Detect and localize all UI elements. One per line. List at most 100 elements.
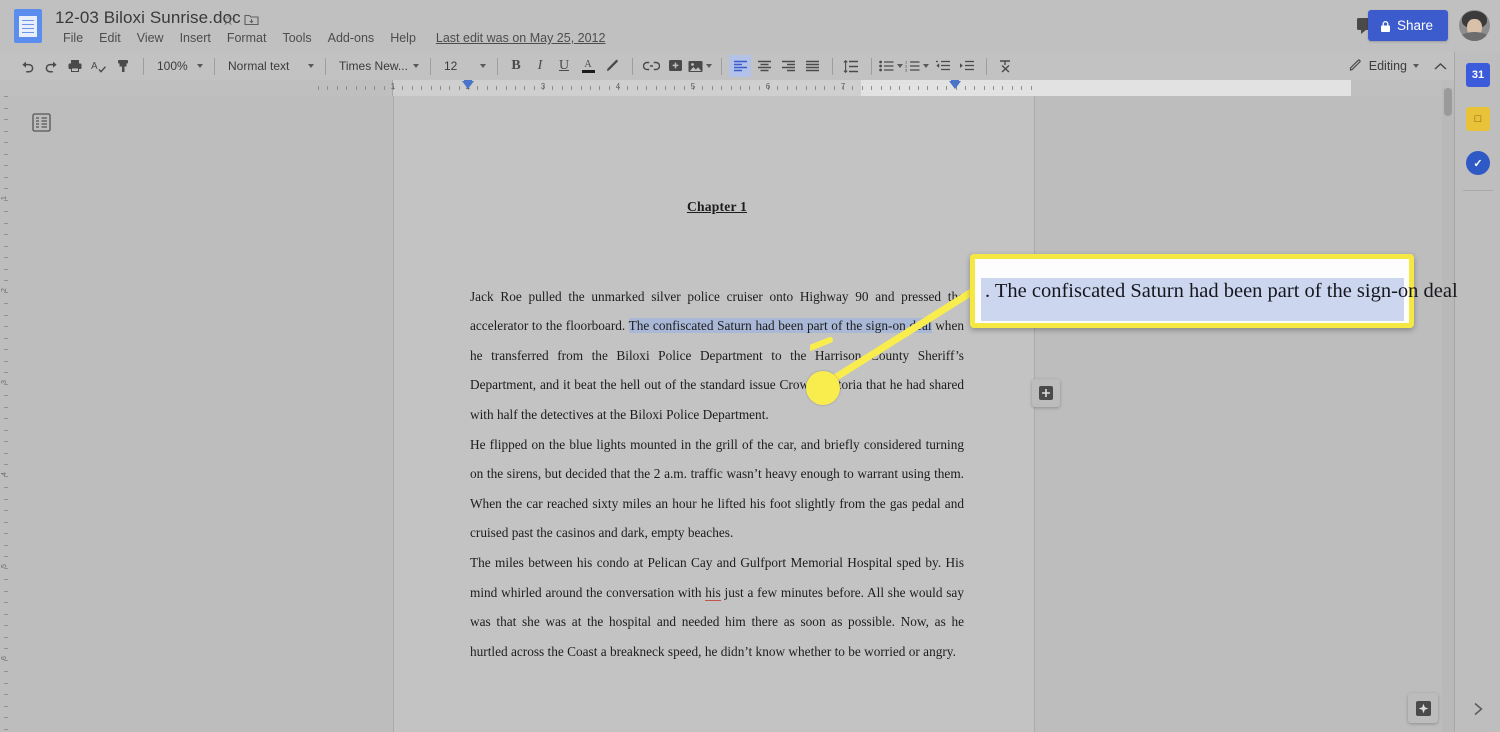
vertical-ruler-tick — [4, 176, 8, 178]
ruler-tick — [514, 86, 516, 90]
move-to-folder-icon[interactable] — [244, 13, 260, 29]
ruler-tick — [318, 86, 319, 90]
ruler-tick — [411, 86, 413, 90]
vertical-ruler-tick — [4, 441, 8, 442]
ruler-tick — [1002, 86, 1004, 90]
decrease-indent-icon[interactable] — [931, 55, 953, 77]
paragraph-style-select[interactable]: Normal text — [222, 55, 318, 77]
document-title[interactable]: 12-03 Biloxi Sunrise.doc — [55, 8, 241, 28]
editing-mode-button[interactable]: Editing — [1343, 57, 1425, 75]
link-icon[interactable] — [640, 55, 662, 77]
undo-icon[interactable] — [16, 55, 38, 77]
zoom-select[interactable]: 100% — [151, 55, 207, 77]
underline-button[interactable]: U — [553, 55, 575, 77]
ruler-tick — [336, 86, 338, 90]
ruler-tick — [355, 86, 357, 90]
vertical-ruler-tick — [4, 268, 8, 270]
document-body[interactable]: Chapter 1 Jack Roe pulled the unmarked s… — [470, 192, 964, 666]
ruler-number: 4 — [615, 82, 621, 91]
ruler-tick — [608, 86, 610, 90]
google-docs-icon[interactable] — [14, 9, 42, 43]
clear-formatting-icon[interactable] — [994, 55, 1016, 77]
chevron-down-icon — [1413, 64, 1419, 68]
vertical-ruler-tick — [4, 349, 8, 350]
paragraph-1[interactable]: Jack Roe pulled the unmarked silver poli… — [470, 282, 964, 430]
vertical-ruler-tick — [4, 625, 8, 626]
align-justify-icon[interactable] — [801, 55, 823, 77]
avatar[interactable] — [1459, 10, 1490, 41]
menu-item-insert[interactable]: Insert — [172, 29, 219, 47]
ruler-tick — [805, 86, 807, 90]
bold-button[interactable]: B — [505, 55, 527, 77]
ruler-tick — [889, 86, 891, 90]
menu-item-help[interactable]: Help — [382, 29, 424, 47]
chevron-up-icon[interactable] — [1427, 62, 1454, 71]
document-page[interactable]: Chapter 1 Jack Roe pulled the unmarked s… — [394, 96, 1060, 732]
share-button[interactable]: Share — [1367, 10, 1448, 41]
horizontal-ruler[interactable]: 1234567 — [0, 80, 1442, 96]
spellcheck-icon[interactable]: A — [88, 55, 110, 77]
paragraph-3[interactable]: The miles between his condo at Pelican C… — [470, 548, 964, 666]
align-right-icon[interactable] — [777, 55, 799, 77]
vertical-ruler-tick — [4, 429, 8, 431]
print-icon[interactable] — [64, 55, 86, 77]
vertical-ruler-tick — [4, 579, 8, 580]
ruler-tick — [852, 86, 854, 90]
indent-marker-right[interactable] — [949, 80, 961, 89]
paint-format-icon[interactable] — [112, 55, 134, 77]
ruler-tick — [946, 86, 948, 90]
menu-item-format[interactable]: Format — [219, 29, 275, 47]
vertical-ruler-tick — [4, 280, 8, 281]
menu-item-addons[interactable]: Add-ons — [320, 29, 383, 47]
toolbar-divider — [632, 57, 633, 75]
vertical-ruler: 1 2 3 4 5 6 — [0, 96, 12, 732]
document-outline-icon[interactable] — [25, 107, 57, 137]
indent-marker-left[interactable] — [462, 80, 474, 89]
font-size-select[interactable]: 12 — [438, 55, 490, 77]
ruler-tick — [589, 86, 591, 90]
line-spacing-icon[interactable] — [840, 55, 862, 77]
toolbar-divider — [497, 57, 498, 75]
paragraph-2[interactable]: He flipped on the blue lights mounted in… — [470, 430, 964, 548]
align-center-icon[interactable] — [753, 55, 775, 77]
selected-text[interactable]: The confiscated Saturn had been part of … — [628, 318, 932, 334]
vertical-ruler-tick — [4, 705, 8, 707]
chevron-right-icon[interactable] — [1467, 698, 1489, 720]
last-edit-link[interactable]: Last edit was on May 25, 2012 — [436, 31, 606, 45]
vertical-ruler-tick — [4, 303, 8, 304]
ruler-tick — [833, 86, 835, 90]
add-comment-margin-icon[interactable] — [1032, 379, 1060, 407]
increase-indent-icon[interactable] — [955, 55, 977, 77]
ruler-tick — [983, 86, 985, 90]
explore-icon[interactable] — [1408, 693, 1438, 723]
google-keep-icon[interactable]: □ — [1466, 107, 1490, 131]
font-select[interactable]: Times New... — [333, 55, 423, 77]
italic-button[interactable]: I — [529, 55, 551, 77]
vertical-ruler-tick — [4, 406, 8, 408]
bulleted-list-icon[interactable] — [879, 55, 903, 77]
add-comment-icon[interactable] — [664, 55, 686, 77]
text-color-button[interactable]: A — [577, 55, 599, 77]
star-icon[interactable]: ☆ — [220, 13, 236, 29]
redo-icon[interactable] — [40, 55, 62, 77]
vertical-ruler-tick — [4, 671, 8, 672]
menu-item-edit[interactable]: Edit — [91, 29, 129, 47]
menu-item-file[interactable]: File — [55, 29, 91, 47]
menu-item-view[interactable]: View — [129, 29, 172, 47]
misspelled-word[interactable]: his — [705, 584, 721, 601]
google-calendar-icon[interactable]: 31 — [1466, 63, 1490, 87]
align-left-icon[interactable] — [729, 55, 751, 77]
vertical-ruler-tick — [4, 510, 8, 511]
google-tasks-icon[interactable]: ✓ — [1466, 151, 1490, 175]
image-icon[interactable] — [688, 55, 712, 77]
toolbar-divider — [430, 57, 431, 75]
highlight-pen-icon[interactable] — [601, 55, 623, 77]
ruler-tick — [580, 86, 582, 90]
numbered-list-icon[interactable]: 123 — [905, 55, 929, 77]
scrollbar-thumb[interactable] — [1444, 88, 1452, 116]
vertical-ruler-tick — [4, 222, 8, 224]
vertical-scrollbar[interactable] — [1442, 88, 1454, 732]
ruler-tick — [964, 86, 966, 90]
vertical-ruler-tick — [4, 521, 8, 523]
menu-item-tools[interactable]: Tools — [274, 29, 319, 47]
